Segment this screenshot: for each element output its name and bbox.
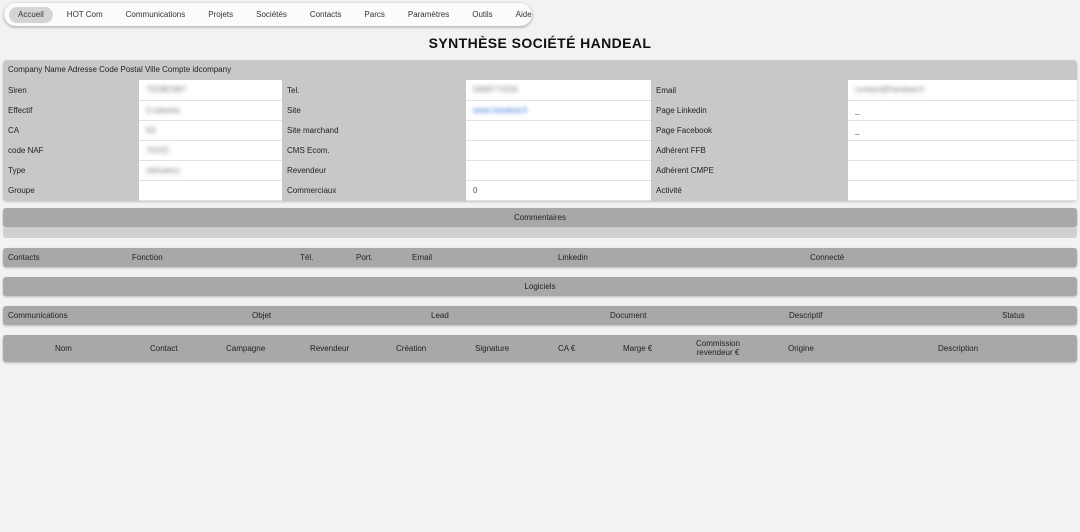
col-description: Description [938,344,979,353]
type-label: Type [8,165,26,175]
naf-label: code NAF [8,145,44,155]
groupe-value [139,180,282,201]
col-signature: Signature [475,344,510,353]
col-fonction: Fonction [132,253,163,262]
revendeur-label: Revendeur [287,165,327,175]
commerciaux-label: Commerciaux [287,185,337,195]
col-email: Email [412,253,433,262]
col-campagne: Campagne [226,344,266,353]
nav-projets[interactable]: Projets [199,7,242,23]
linkedin-page-value: _ [848,100,1077,121]
email-label: Email [656,85,677,95]
nav-parametres[interactable]: Paramètres [399,7,458,23]
commentaires-body[interactable] [3,228,1077,238]
cms-label: CMS Ecom. [287,145,330,155]
ca-value: K€ [146,125,156,135]
logiciels-header[interactable]: Logiciels [3,277,1077,296]
col-origine: Origine [788,344,814,353]
col-objet: Objet [252,311,272,320]
nav-communications[interactable]: Communications [117,7,195,23]
col-marge: Marge € [623,344,653,353]
info-row-type: Type utilisateur Revendeur Adhérent CMPE [3,160,1077,181]
col-tel: Tél. [300,253,314,262]
col-contacts: Contacts [8,253,40,262]
effectif-label: Effectif [8,105,33,115]
ca-label: CA [8,125,20,135]
activite-value [848,180,1077,201]
contacts-table-header: Contacts Fonction Tél. Port. Email Linke… [3,248,1077,267]
siren-label: Siren [8,85,27,95]
activite-label: Activité [656,185,682,195]
facebook-page-label: Page Facebook [656,125,713,135]
ffb-value [848,140,1077,161]
email-value[interactable]: contact@handeal.fr [855,85,925,94]
linkedin-page-label: Page Linkedin [656,105,707,115]
col-document: Document [610,311,647,320]
groupe-label: Groupe [8,185,35,195]
naf-value: 7022Z [146,145,169,155]
siren-value: 791881987 [146,85,187,95]
col-contact: Contact [150,344,178,353]
info-row-effectif: Effectif 3 salariés Site www.handeal.fr … [3,100,1077,121]
nav-outils[interactable]: Outils [463,7,501,23]
nav-hot-com[interactable]: HOT Com [58,7,112,23]
nav-aide[interactable]: Aide [507,7,541,23]
col-commission-line1: Commission [695,339,740,348]
col-descriptif: Descriptif [789,311,823,320]
company-info-panel: Company Name Adresse Code Postal Ville C… [3,60,1077,201]
site-link[interactable]: www.handeal.fr [473,106,528,115]
tel-value: 0468771556 [473,85,518,95]
type-value: utilisateur [146,165,181,175]
cmpe-value [848,160,1077,181]
site-marchand-value [466,120,651,141]
info-row-naf: code NAF 7022Z CMS Ecom. Adhérent FFB [3,140,1077,161]
facebook-page-value: _ [848,120,1077,141]
col-port: Port. [356,253,373,262]
communications-table-header: Communications Objet Lead Document Descr… [3,306,1077,325]
main-navbar: Accueil HOT Com Communications Projets S… [4,3,532,26]
col-connecte: Connecté [810,253,845,262]
col-ca: CA € [558,344,576,353]
col-revendeur: Revendeur [310,344,350,353]
effectif-value: 3 salariés [146,105,181,115]
page-title: SYNTHÈSE SOCIÉTÉ HANDEAL [428,35,652,51]
col-creation: Création [396,344,427,353]
site-marchand-label: Site marchand [287,125,339,135]
col-nom: Nom [55,344,72,353]
col-status: Status [1002,311,1025,320]
nav-contacts[interactable]: Contacts [301,7,351,23]
col-lead: Lead [431,311,449,320]
info-row-groupe: Groupe Commerciaux 0 Activité [3,180,1077,201]
col-commission-revendeur: Commission revendeur € [693,339,743,357]
col-linkedin: Linkedin [558,253,588,262]
nav-accueil[interactable]: Accueil [9,6,53,23]
col-commission-line2: revendeur € [696,348,740,357]
info-row-ca: CA K€ Site marchand Page Facebook _ [3,120,1077,141]
cms-value [466,140,651,161]
projects-table-header: Nom Contact Campagne Revendeur Création … [3,335,1077,362]
info-row-siren: Siren 791881987 Tel. 0468771556 Email co… [3,80,1077,101]
nav-societes[interactable]: Sociétés [247,7,296,23]
commentaires-header[interactable]: Commentaires [3,208,1077,227]
cmpe-label: Adhérent CMPE [656,165,714,175]
ffb-label: Adhérent FFB [656,145,706,155]
site-label: Site [287,105,301,115]
company-info-table: Siren 791881987 Tel. 0468771556 Email co… [3,80,1077,201]
commerciaux-value: 0 [466,180,651,201]
col-communications: Communications [8,311,68,320]
nav-parcs[interactable]: Parcs [355,7,393,23]
revendeur-value [466,160,651,181]
tel-label: Tel. [287,85,300,95]
company-header: Company Name Adresse Code Postal Ville C… [8,65,232,74]
